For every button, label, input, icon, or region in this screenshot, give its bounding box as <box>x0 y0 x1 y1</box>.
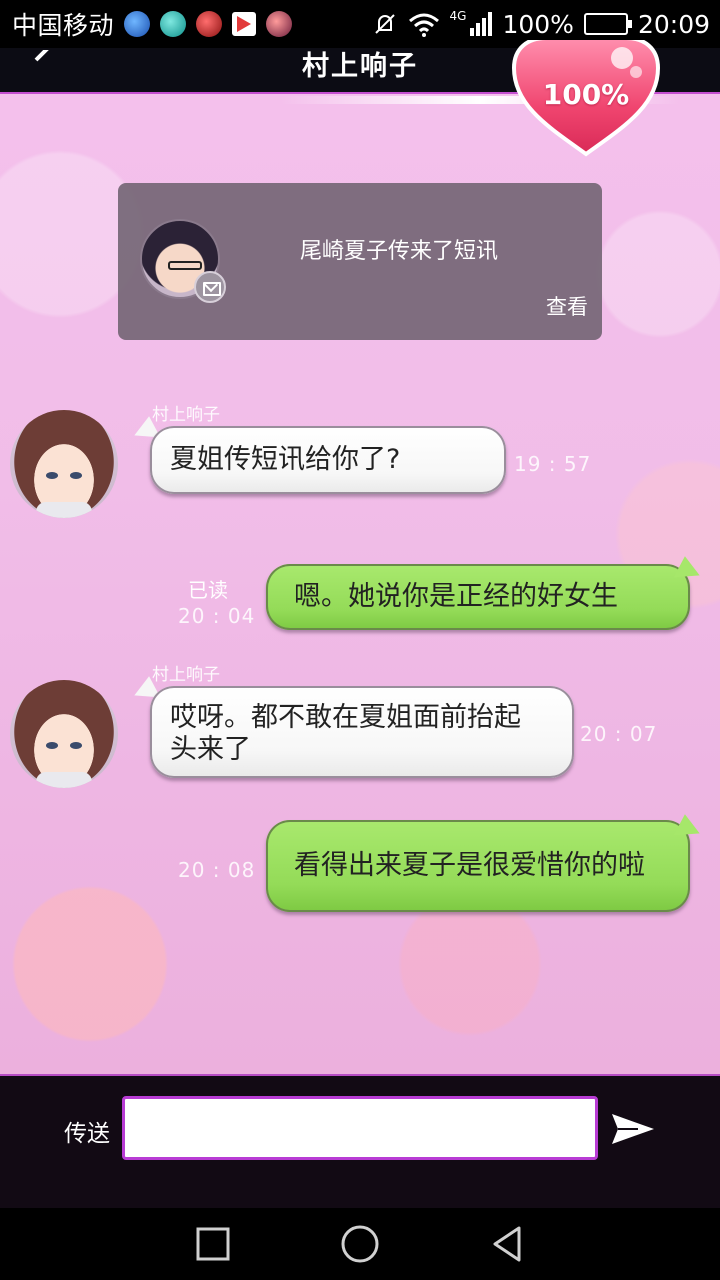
wifi-icon <box>408 13 439 37</box>
notification-text: 尾崎夏子传来了短讯 <box>300 239 499 264</box>
sender-name: 村上响子 <box>152 405 220 425</box>
view-button[interactable]: 查看 <box>546 291 588 321</box>
contact-avatar[interactable] <box>10 680 118 788</box>
battery-icon <box>583 13 632 35</box>
message-time: 20 : 07 <box>580 722 658 746</box>
incoming-message-bubble: 夏姐传短讯给你了? <box>150 426 506 494</box>
affection-value: 100% <box>542 78 630 111</box>
outgoing-message-bubble: 嗯。她说你是正经的好女生 <box>266 564 690 630</box>
mute-icon <box>374 14 395 34</box>
send-icon <box>612 1114 654 1144</box>
sms-notification-card[interactable]: 尾崎夏子传来了短讯 查看 <box>118 183 602 340</box>
message-input[interactable] <box>122 1096 598 1160</box>
game-app-icon <box>196 11 223 37</box>
status-right: 4G 100% 20:09 <box>372 9 710 39</box>
input-bar: 传送 <box>0 1074 720 1208</box>
badge-app-icon <box>266 11 293 37</box>
incoming-message-bubble: 哎呀。都不敢在夏姐面前抬起头来了 <box>150 686 574 778</box>
video-app-icon <box>232 12 257 36</box>
message-time: 19 : 57 <box>514 452 592 476</box>
square-icon <box>196 1227 230 1261</box>
sender-name: 村上响子 <box>152 665 220 685</box>
outgoing-message-bubble: 看得出来夏子是很爱惜你的啦 <box>266 820 690 912</box>
send-label: 传送 <box>64 1121 110 1147</box>
notification-app-icon <box>124 11 151 37</box>
send-button[interactable] <box>608 1104 658 1154</box>
carrier-name: 中国移动 <box>12 11 115 40</box>
circle-icon <box>341 1225 379 1263</box>
message-text: 哎呀。都不敢在夏姐面前抬起头来了 <box>170 702 521 765</box>
signal-icon <box>470 12 493 36</box>
clock: 20:09 <box>637 9 710 39</box>
message-time: 20 : 04 <box>178 604 256 628</box>
contact-avatar[interactable] <box>10 410 118 518</box>
battery-percent: 100% <box>502 9 574 39</box>
triangle-back-icon <box>493 1226 521 1262</box>
status-left: 中国移动 <box>12 6 293 42</box>
back-nav-button[interactable] <box>487 1224 527 1264</box>
chat-area[interactable]: 尾崎夏子传来了短讯 查看 村上响子 夏姐传短讯给你了? 19 : 57 已读 2… <box>0 94 720 1074</box>
affection-meter: 100% <box>510 40 662 158</box>
system-nav-bar <box>0 1208 720 1280</box>
message-time: 20 : 08 <box>178 858 256 882</box>
home-button[interactable] <box>340 1224 380 1264</box>
message-text: 嗯。她说你是正经的好女生 <box>294 581 618 612</box>
read-status: 已读 <box>188 578 228 602</box>
timer-app-icon <box>160 11 187 37</box>
recents-button[interactable] <box>193 1224 233 1264</box>
message-text: 看得出来夏子是很爱惜你的啦 <box>294 850 645 881</box>
mail-icon <box>194 271 226 303</box>
message-text: 夏姐传短讯给你了? <box>170 444 401 475</box>
network-type: 4G <box>449 9 467 23</box>
